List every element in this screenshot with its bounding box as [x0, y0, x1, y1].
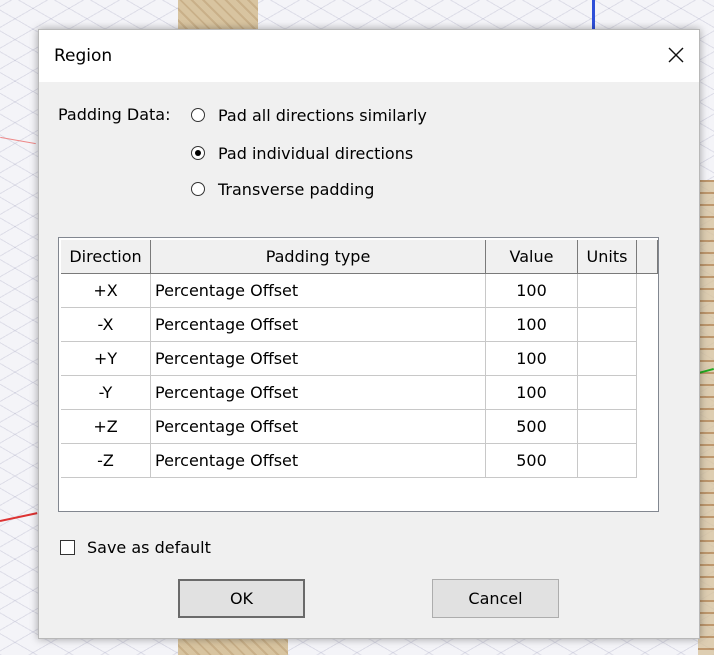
cell-padding-type[interactable]: Percentage Offset — [151, 308, 486, 342]
radio-label: Pad all directions similarly — [218, 105, 427, 125]
cell-direction[interactable]: -Z — [61, 444, 151, 478]
background-texture — [178, 0, 258, 30]
padding-data-label: Padding Data: — [58, 105, 171, 124]
cell-padding-type[interactable]: Percentage Offset — [151, 376, 486, 410]
radio-button-checked-icon — [191, 146, 205, 160]
cell-padding-type[interactable]: Percentage Offset — [151, 444, 486, 478]
ok-button[interactable]: OK — [178, 579, 305, 618]
cell-direction[interactable]: +Y — [61, 342, 151, 376]
cancel-button[interactable]: Cancel — [432, 579, 559, 618]
close-icon — [668, 47, 684, 63]
radio-transverse[interactable]: Transverse padding — [191, 178, 374, 200]
cell-value[interactable]: 100 — [486, 274, 578, 308]
cell-units[interactable] — [578, 274, 637, 308]
padding-table[interactable]: Direction Padding type Value Units +X Pe… — [58, 237, 659, 512]
cell-direction[interactable]: +X — [61, 274, 151, 308]
radio-button-icon — [191, 108, 205, 122]
cell-units[interactable] — [578, 342, 637, 376]
radio-pad-all[interactable]: Pad all directions similarly — [191, 104, 427, 126]
column-header-filler — [637, 240, 658, 274]
background-axis-line — [0, 136, 36, 145]
cell-padding-type[interactable]: Percentage Offset — [151, 342, 486, 376]
cell-direction[interactable]: +Z — [61, 410, 151, 444]
radio-button-icon — [191, 182, 205, 196]
cell-units[interactable] — [578, 376, 637, 410]
radio-pad-individual[interactable]: Pad individual directions — [191, 142, 413, 164]
checkbox-icon — [60, 540, 75, 555]
cell-units[interactable] — [578, 444, 637, 478]
cell-direction[interactable]: -X — [61, 308, 151, 342]
cell-units[interactable] — [578, 410, 637, 444]
column-header-units[interactable]: Units — [578, 240, 637, 274]
cell-value[interactable]: 500 — [486, 444, 578, 478]
title-bar[interactable]: Region — [39, 30, 699, 82]
dialog-title: Region — [54, 46, 113, 66]
column-header-direction[interactable]: Direction — [61, 240, 151, 274]
radio-label: Pad individual directions — [218, 143, 414, 163]
save-as-default-label: Save as default — [87, 538, 211, 557]
column-header-padding-type[interactable]: Padding type — [151, 240, 486, 274]
save-as-default-checkbox[interactable]: Save as default — [60, 538, 211, 557]
background-texture — [698, 180, 714, 655]
column-header-value[interactable]: Value — [486, 240, 578, 274]
background-axis-line — [592, 0, 595, 32]
radio-label: Transverse padding — [218, 179, 375, 199]
cell-value[interactable]: 100 — [486, 308, 578, 342]
region-dialog: Region Padding Data: Pad all directions … — [38, 29, 700, 639]
cell-value[interactable]: 100 — [486, 342, 578, 376]
cell-units[interactable] — [578, 308, 637, 342]
cell-padding-type[interactable]: Percentage Offset — [151, 274, 486, 308]
close-button[interactable] — [659, 38, 693, 72]
cell-padding-type[interactable]: Percentage Offset — [151, 410, 486, 444]
cell-value[interactable]: 100 — [486, 376, 578, 410]
cell-direction[interactable]: -Y — [61, 376, 151, 410]
cell-value[interactable]: 500 — [486, 410, 578, 444]
background-axis-line — [0, 512, 38, 522]
